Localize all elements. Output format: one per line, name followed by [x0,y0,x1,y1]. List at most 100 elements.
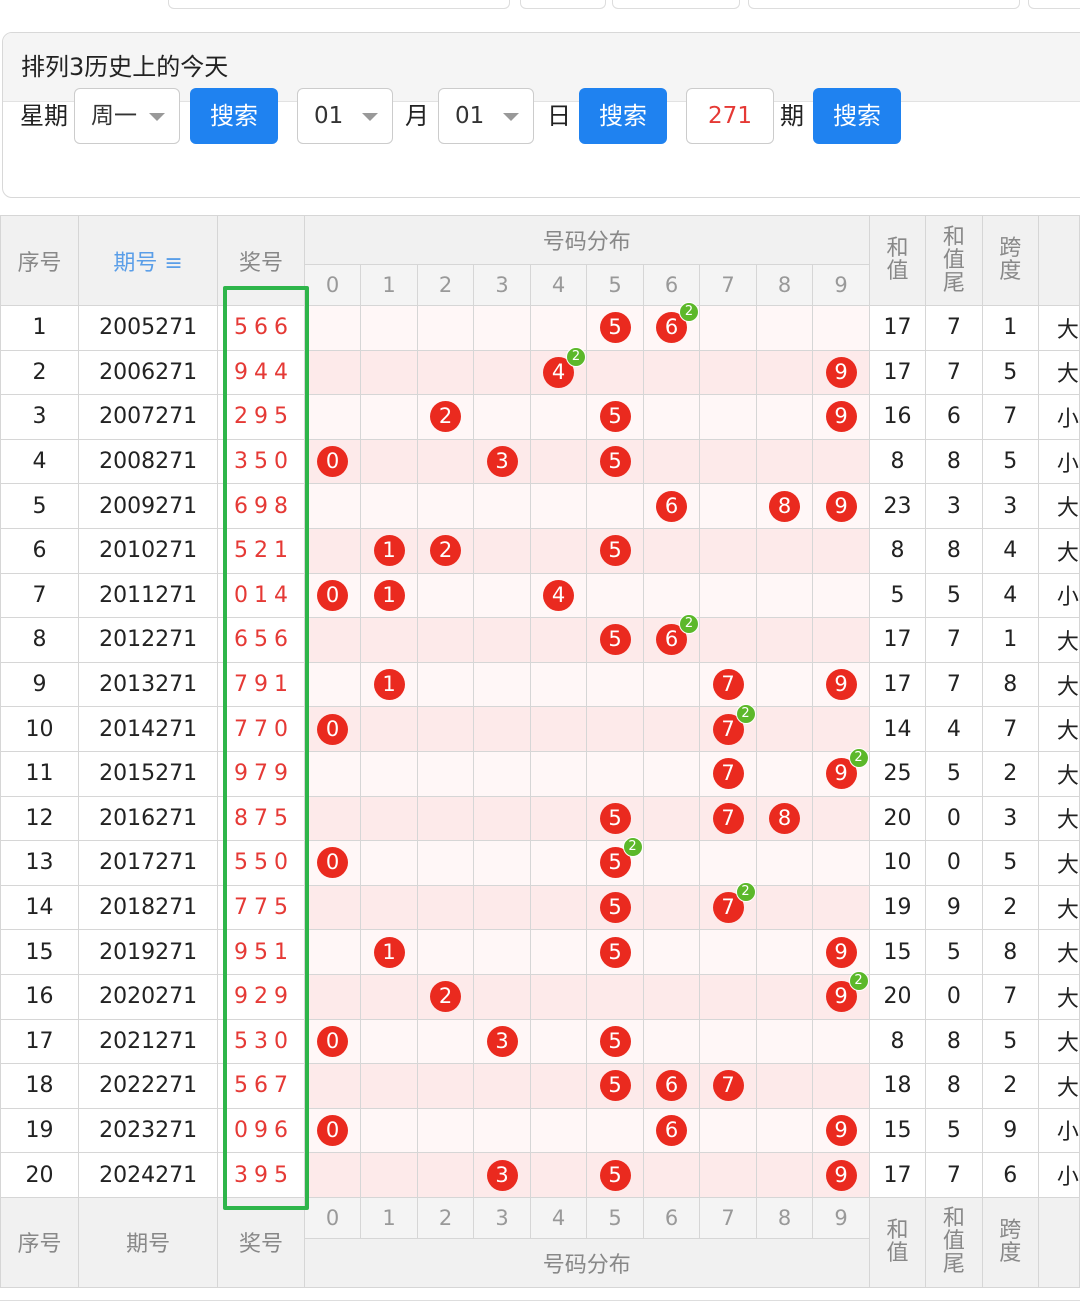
digit-cell [473,706,531,752]
row-sum-tail: 8 [925,438,983,485]
digit-cell [416,617,475,663]
digit-cell [529,617,588,663]
digit-cell [642,929,701,975]
digit-cell: 42 [529,346,588,396]
number-ball: 7 [712,802,744,834]
digit-cell [755,973,814,1020]
repeat-badge: 2 [679,614,700,635]
digit-cell [699,840,757,886]
digit-cell [586,750,644,797]
row-size: 大 [1037,750,1080,797]
digit-cell [416,305,475,351]
weekday-select[interactable]: 周一 [74,88,180,144]
number-ball: 62 [656,614,700,656]
row-award: 951 [217,929,305,975]
digit-header: 4 [529,264,588,306]
row-size: 大 [1037,840,1080,886]
row-span: 7 [981,706,1039,752]
number-ball: 9 [825,669,857,701]
month-select[interactable]: 01 [297,88,393,144]
digit-cell: 6 [642,1107,701,1154]
date-search-button[interactable]: 搜索 [579,88,667,144]
digit-cell [699,1018,757,1065]
row-span: 9 [981,1107,1039,1154]
number-ball: 92 [825,971,869,1013]
digit-cell [699,929,757,975]
table-row: 5 2009271 698 6 8 9 23 3 3 大 [0,483,1080,529]
footer-distribution: 号码分布 [303,1237,870,1288]
row-sum: 20 [868,973,927,1020]
row-issue: 2018271 [77,884,219,931]
digit-cell [303,884,362,931]
row-size: 大 [1037,483,1080,529]
digit-cell [360,795,418,842]
digit-cell [642,661,701,708]
digit-cell [586,1107,644,1154]
digit-cell [529,840,588,886]
digit-cell: 72 [699,882,757,931]
weekday-search-button[interactable]: 搜索 [190,88,278,144]
digit-cell: 72 [699,703,757,752]
digit-cell [812,795,870,842]
row-index: 17 [0,1018,79,1065]
digit-cell [755,1152,814,1198]
number-ball: 9 [825,401,857,433]
row-index: 10 [0,706,79,752]
digit-cell: 2 [416,394,475,440]
row-index: 12 [0,795,79,842]
digit-header: 5 [586,264,644,306]
row-size: 大 [1037,884,1080,931]
digit-cell: 92 [812,748,870,797]
digit-cell [529,1063,588,1109]
header-sum-tail: 和值尾 [925,215,983,306]
row-sum-tail: 0 [925,795,983,842]
row-span: 4 [981,572,1039,619]
digit-cell: 3 [473,1018,531,1065]
digit-cell [642,973,701,1020]
digit-cell [586,572,644,619]
number-ball: 0 [317,579,349,611]
top-tab[interactable] [612,0,740,9]
digit-cell [529,929,588,975]
digit-cell: 1 [360,572,418,619]
number-ball: 9 [825,1114,857,1146]
number-ball: 9 [825,1159,857,1191]
row-size: 大 [1037,795,1080,842]
digit-cell [642,884,701,931]
digit-cell: 9 [812,661,870,708]
issue-search-button[interactable]: 搜索 [813,88,901,144]
digit-cell [755,527,814,574]
day-value: 01 [455,103,485,129]
digit-cell [416,1107,475,1154]
row-sum-tail: 7 [925,617,983,663]
top-tab[interactable] [168,0,510,9]
number-ball: 72 [712,882,756,924]
digit-cell: 5 [586,617,644,663]
number-ball: 2 [430,401,462,433]
day-select[interactable]: 01 [438,88,534,144]
digit-cell [360,1018,418,1065]
digit-cell [473,349,531,396]
number-ball: 5 [599,892,631,924]
row-issue: 2007271 [77,394,219,440]
row-size: 大 [1037,305,1080,351]
digit-cell [699,483,757,529]
sort-icon[interactable]: ≡ [164,251,182,276]
number-ball: 1 [373,936,405,968]
header-issue[interactable]: 期号 ≡ [77,215,219,306]
footer-sum: 和值 [868,1196,927,1288]
top-tab[interactable] [1028,0,1080,9]
digit-cell [529,1107,588,1154]
row-sum: 16 [868,394,927,440]
top-strip [0,0,1080,12]
top-tab[interactable] [520,0,606,9]
top-tab[interactable] [748,0,1020,9]
issue-input[interactable]: 271 [686,88,774,144]
digit-cell [416,1018,475,1065]
digit-cell [473,394,531,440]
row-sum: 8 [868,1018,927,1065]
row-index: 3 [0,394,79,440]
row-sum-tail: 7 [925,1152,983,1198]
digit-cell [642,1152,701,1198]
digit-cell [473,973,531,1020]
